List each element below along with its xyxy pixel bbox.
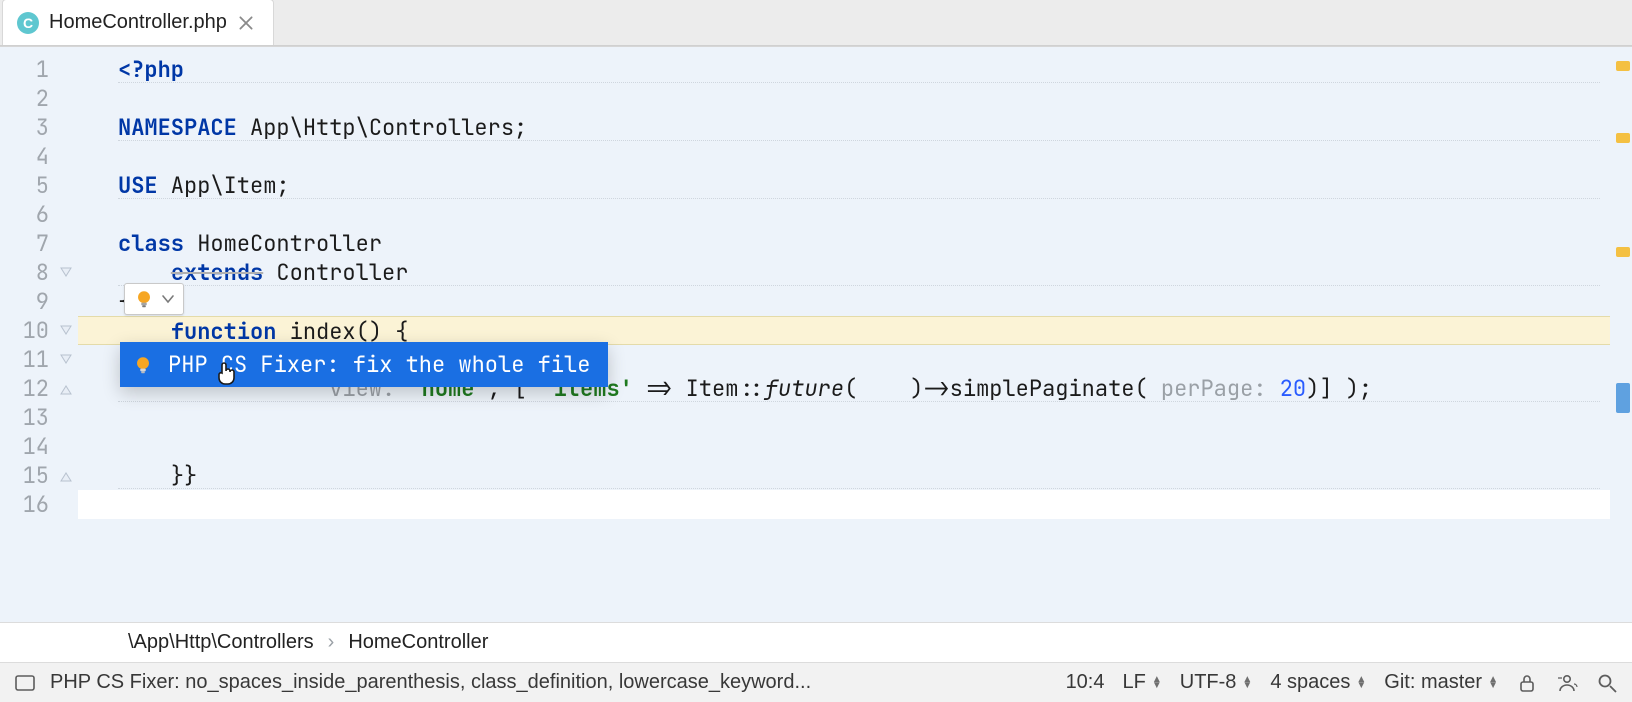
breadcrumb-segment[interactable]: HomeController (348, 631, 488, 654)
code-line: }} (78, 461, 1610, 490)
code-editor[interactable]: 1 2 3 4 5 6 7 8 9 10 11 12 13 14 15 16 (0, 47, 1632, 622)
code-line: extends Controller (78, 258, 1610, 287)
code-line: USE App\Item; (78, 171, 1610, 200)
tab-filename: HomeController.php (49, 11, 227, 34)
code-line: class HomeController (78, 229, 1610, 258)
problems-icon[interactable] (14, 672, 36, 694)
cursor-hand-icon (213, 359, 241, 387)
gutter[interactable]: 1 2 3 4 5 6 7 8 9 10 11 12 13 14 15 16 (0, 47, 78, 622)
tab-bar: C HomeController.php (0, 0, 1632, 46)
code-line: NAMESPACE App\Http\Controllers; (78, 113, 1610, 142)
intention-bulb-button[interactable] (124, 283, 184, 315)
lightbulb-icon (133, 288, 155, 310)
updown-icon: ▲▼ (1242, 677, 1252, 689)
editor-tab[interactable]: C HomeController.php (2, 0, 274, 45)
code-line: { (78, 287, 1610, 316)
encoding-selector[interactable]: UTF-8 ▲▼ (1180, 671, 1253, 694)
lock-icon[interactable] (1516, 672, 1538, 694)
code-line (78, 403, 1610, 432)
status-bar: PHP CS Fixer: no_spaces_inside_parenthes… (0, 662, 1632, 702)
info-marker[interactable] (1616, 383, 1630, 413)
code-line: <?php (78, 55, 1610, 84)
error-stripe[interactable] (1610, 47, 1632, 622)
inspection-message[interactable]: PHP CS Fixer: no_spaces_inside_parenthes… (50, 671, 811, 694)
code-line (78, 432, 1610, 461)
code-line (78, 490, 1610, 519)
search-icon[interactable] (1596, 672, 1618, 694)
caret-position[interactable]: 10:4 (1066, 671, 1105, 694)
fold-toggle-icon[interactable] (59, 353, 73, 367)
code-line (78, 84, 1610, 113)
code-line (78, 142, 1610, 171)
fold-toggle-icon[interactable] (59, 324, 73, 338)
updown-icon: ▲▼ (1356, 677, 1366, 689)
fold-end-icon[interactable] (59, 469, 73, 483)
warning-marker[interactable] (1616, 133, 1630, 143)
indent-selector[interactable]: 4 spaces ▲▼ (1270, 671, 1366, 694)
fold-end-icon[interactable] (59, 382, 73, 396)
editor-shell: 1 2 3 4 5 6 7 8 9 10 11 12 13 14 15 16 (0, 46, 1632, 702)
lightbulb-icon (132, 354, 154, 376)
vcs-branch-selector[interactable]: Git: master ▲▼ (1384, 671, 1498, 694)
line-separator-selector[interactable]: LF ▲▼ (1123, 671, 1162, 694)
close-icon[interactable] (237, 14, 255, 32)
updown-icon: ▲▼ (1488, 677, 1498, 689)
fold-toggle-icon[interactable] (59, 266, 73, 280)
warning-marker[interactable] (1616, 61, 1630, 71)
fold-column (55, 47, 77, 622)
code-line-caret: function index() { (78, 316, 1610, 345)
php-class-icon: C (17, 12, 39, 34)
chevron-down-icon (161, 292, 175, 306)
intention-popup[interactable]: PHP CS Fixer: fix the whole file (120, 342, 608, 387)
warning-marker[interactable] (1616, 247, 1630, 257)
updown-icon: ▲▼ (1152, 677, 1162, 689)
code-area[interactable]: <?php NAMESPACE App\Http\Controllers; US… (78, 47, 1610, 622)
code-line (78, 200, 1610, 229)
breadcrumb[interactable]: \App\Http\Controllers › HomeController (0, 622, 1632, 662)
codewithme-icon[interactable] (1556, 672, 1578, 694)
breadcrumb-separator-icon: › (328, 631, 335, 654)
breadcrumb-segment[interactable]: \App\Http\Controllers (128, 631, 314, 654)
